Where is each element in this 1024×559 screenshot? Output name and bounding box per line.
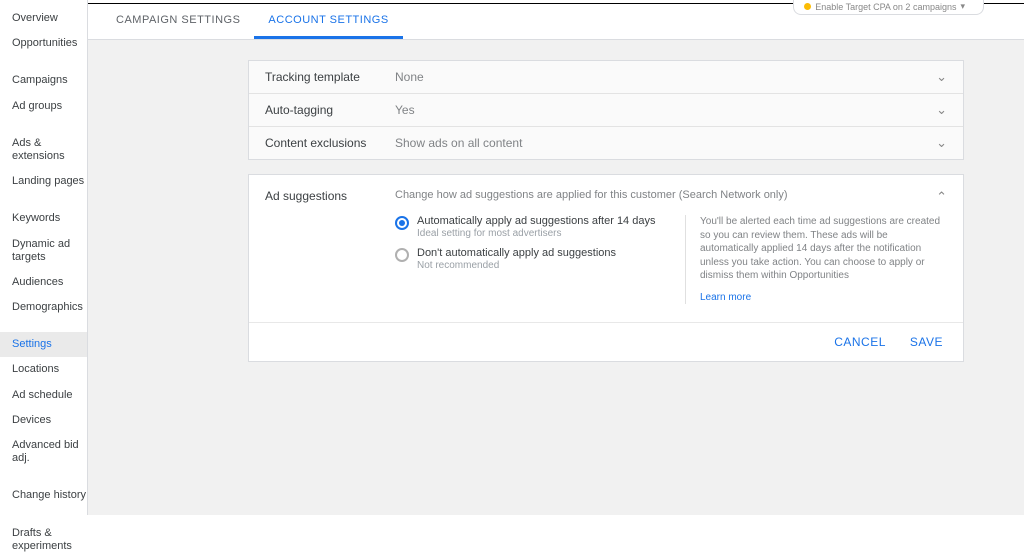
help-text: You'll be alerted each time ad suggestio… [700, 216, 940, 281]
sidebar-item-overview[interactable]: Overview [0, 6, 87, 31]
sidebar-item-change-history[interactable]: Change history [0, 483, 87, 508]
ad-suggestions-card: Ad suggestions Change how ad suggestions… [248, 174, 964, 362]
sidebar-item-campaigns[interactable]: Campaigns [0, 68, 87, 93]
action-bar: CANCEL SAVE [249, 322, 963, 361]
radio-icon [395, 248, 409, 262]
sidebar-item-devices[interactable]: Devices [0, 408, 87, 433]
sidebar-item-audiences[interactable]: Audiences [0, 270, 87, 295]
row-label: Content exclusions [265, 136, 395, 150]
option-title: Automatically apply ad suggestions after… [417, 215, 655, 227]
cancel-button[interactable]: CANCEL [834, 335, 886, 349]
save-button[interactable]: SAVE [910, 335, 943, 349]
recommendation-text: Enable Target CPA on 2 campaigns [815, 2, 956, 12]
chevron-up-icon[interactable]: ⌃ [936, 189, 947, 205]
chevron-down-icon: ⌄ [936, 135, 947, 151]
sidebar-item-settings[interactable]: Settings [0, 332, 87, 357]
row-content-exclusions[interactable]: Content exclusions Show ads on all conte… [249, 127, 963, 159]
sidebar-item-ad-schedule[interactable]: Ad schedule [0, 383, 87, 408]
collapsed-settings: Tracking template None ⌄ Auto-tagging Ye… [248, 60, 964, 160]
sidebar-item-locations[interactable]: Locations [0, 357, 87, 382]
row-value: Show ads on all content [395, 136, 936, 150]
row-label: Tracking template [265, 70, 395, 84]
sidebar-item-demographics[interactable]: Demographics [0, 295, 87, 320]
option-dont-apply[interactable]: Don't automatically apply ad suggestions… [395, 247, 685, 271]
option-subtitle: Ideal setting for most advertisers [417, 228, 655, 239]
main-area: Enable Target CPA on 2 campaigns ▾ Campa… [88, 0, 1024, 515]
chevron-down-icon: ⌄ [936, 102, 947, 118]
sidebar-item-ad-groups[interactable]: Ad groups [0, 94, 87, 119]
radio-icon [395, 216, 409, 230]
tab-account-settings[interactable]: Account Settings [254, 4, 402, 39]
sidebar-item-keywords[interactable]: Keywords [0, 206, 87, 231]
sidebar-item-advanced-bid-adj-[interactable]: Advanced bid adj. [0, 433, 87, 471]
sidebar-item-opportunities[interactable]: Opportunities [0, 31, 87, 56]
radio-group: Automatically apply ad suggestions after… [395, 215, 685, 304]
bulb-icon [804, 3, 811, 10]
sidebar-item-ads-extensions[interactable]: Ads & extensions [0, 131, 87, 169]
learn-more-link[interactable]: Learn more [700, 291, 947, 305]
option-title: Don't automatically apply ad suggestions [417, 247, 616, 259]
section-description: Change how ad suggestions are applied fo… [395, 189, 936, 201]
sidebar-item-landing-pages[interactable]: Landing pages [0, 169, 87, 194]
row-label: Auto-tagging [265, 103, 395, 117]
section-label: Ad suggestions [265, 189, 395, 203]
row-tracking-template[interactable]: Tracking template None ⌄ [249, 61, 963, 94]
option-subtitle: Not recommended [417, 260, 616, 271]
recommendation-pill[interactable]: Enable Target CPA on 2 campaigns ▾ [793, 0, 984, 15]
row-value: None [395, 70, 936, 84]
row-value: Yes [395, 103, 936, 117]
chevron-down-icon: ⌄ [936, 69, 947, 85]
tab-campaign-settings[interactable]: Campaign Settings [102, 4, 254, 39]
row-auto-tagging[interactable]: Auto-tagging Yes ⌄ [249, 94, 963, 127]
sidebar-item-dynamic-ad-targets[interactable]: Dynamic ad targets [0, 232, 87, 270]
sidebar-item-drafts-experiments[interactable]: Drafts & experiments [0, 521, 87, 559]
sidebar: OverviewOpportunities CampaignsAd groups A… [0, 0, 88, 515]
chevron-down-icon: ▾ [960, 1, 965, 12]
help-note: You'll be alerted each time ad suggestio… [685, 215, 947, 304]
option-auto-apply[interactable]: Automatically apply ad suggestions after… [395, 215, 685, 239]
